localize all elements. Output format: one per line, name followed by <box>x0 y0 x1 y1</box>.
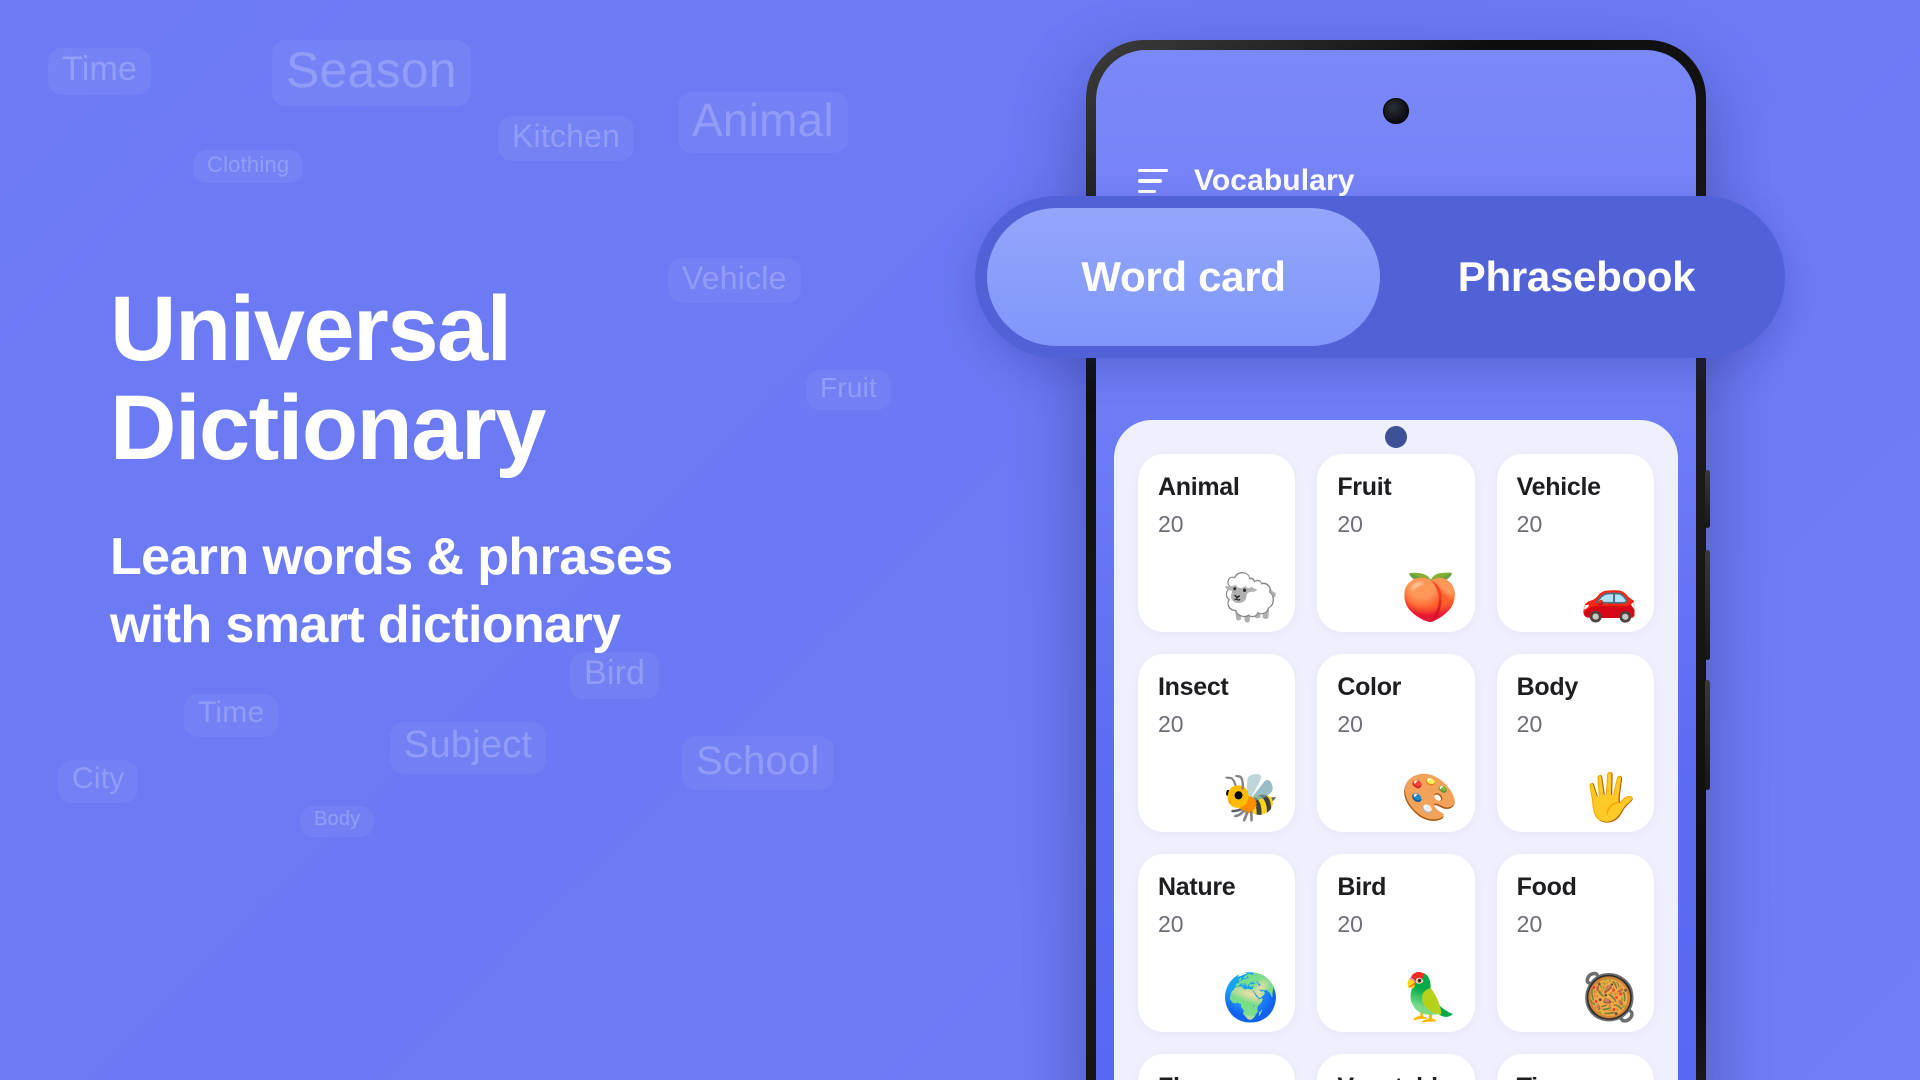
sheet-handle-dot <box>1385 426 1407 448</box>
hero-title-line-1: Universal <box>110 278 512 380</box>
category-card[interactable]: Food 20 🥘 <box>1496 854 1654 1032</box>
car-emoji: 🚗 <box>1580 571 1638 623</box>
hand-emoji: 🖐 <box>1580 771 1638 823</box>
background-word-chip: City <box>58 760 139 803</box>
category-card-count: 20 <box>1516 510 1543 537</box>
category-card-title: Time <box>1517 1073 1634 1080</box>
peach-emoji: 🍑 <box>1401 571 1459 623</box>
category-grid: Animal 20 🐑 Fruit 20 🍑 Vehicle 20 🚗 Insect 20 🐝 Colo… <box>1138 454 1654 1080</box>
category-card-title: Insect <box>1158 673 1229 701</box>
background-word-chip: Time <box>48 48 152 96</box>
category-card-count: 20 <box>1516 710 1543 737</box>
bee-emoji: 🐝 <box>1222 771 1280 823</box>
page-title: Universal Dictionary <box>110 278 1010 480</box>
category-card-title: Flower <box>1158 1073 1275 1080</box>
category-card[interactable]: Bird 20 🦜 <box>1317 854 1475 1032</box>
promo-banner: Time Season Clothing Kitchen Animal Food Color… <box>0 0 1920 1080</box>
category-card-count: 20 <box>1516 910 1543 937</box>
background-word-chip: Season <box>272 40 471 106</box>
background-word-chip: Body <box>300 806 375 837</box>
category-card[interactable]: Nature 20 🌍 <box>1138 854 1296 1032</box>
category-card-title: Bird <box>1337 873 1387 901</box>
sheep-emoji: 🐑 <box>1222 571 1280 623</box>
category-sheet: Animal 20 🐑 Fruit 20 🍑 Vehicle 20 🚗 Insect 20 🐝 Colo… <box>1114 420 1678 1080</box>
category-card[interactable]: Vegetable20🥦 <box>1317 1054 1475 1080</box>
background-word-chip: School <box>682 736 834 790</box>
category-card-count: 20 <box>1337 710 1363 737</box>
view-mode-segmented-control: Word card Phrasebook <box>975 196 1785 358</box>
category-card-title: Color <box>1337 673 1402 701</box>
background-word-chip: Time <box>184 694 279 737</box>
app-bar-title: Vocabulary <box>1194 164 1355 197</box>
palette-emoji: 🎨 <box>1401 771 1459 823</box>
hero-subtitle-line-1: Learn words & phrases <box>110 527 673 586</box>
category-card[interactable]: Flower20🌼 <box>1138 1054 1296 1080</box>
category-card[interactable]: Vehicle 20 🚗 <box>1496 454 1654 632</box>
category-card-count: 20 <box>1158 910 1184 937</box>
background-word-chip: Subject <box>390 722 547 774</box>
category-card-title: Vegetable <box>1337 1073 1454 1080</box>
category-card[interactable]: Fruit 20 🍑 <box>1317 454 1475 632</box>
category-card-title: Nature <box>1158 873 1236 901</box>
category-card-title: Vehicle <box>1516 473 1601 501</box>
background-word-chip: Animal <box>678 92 848 153</box>
tab-word-card[interactable]: Word card <box>987 208 1380 346</box>
phone-side-button-mute[interactable] <box>1705 470 1710 528</box>
hero-title-line-2: Dictionary <box>110 377 546 480</box>
category-card-title: Fruit <box>1337 473 1392 501</box>
hero-copy: Universal Dictionary Learn words & phras… <box>110 278 1010 660</box>
earth-leaf-emoji: 🌍 <box>1222 971 1280 1023</box>
category-card[interactable]: Color 20 🎨 <box>1317 654 1475 832</box>
background-word-chip: Clothing <box>193 150 304 184</box>
category-card-title: Food <box>1516 873 1577 901</box>
category-card-count: 20 <box>1158 710 1184 737</box>
paella-emoji: 🥘 <box>1580 971 1638 1023</box>
phone-side-button-volume-up[interactable] <box>1705 550 1710 660</box>
hamburger-icon[interactable] <box>1138 168 1168 194</box>
tab-phrasebook[interactable]: Phrasebook <box>1380 208 1773 346</box>
category-card-count: 20 <box>1337 910 1363 937</box>
category-card[interactable]: Time20⏰ <box>1496 1054 1654 1080</box>
category-card-count: 20 <box>1158 510 1184 537</box>
category-card[interactable]: Insect 20 🐝 <box>1138 654 1296 832</box>
category-card[interactable]: Animal 20 🐑 <box>1138 454 1296 632</box>
background-word-chip: Kitchen <box>498 116 635 161</box>
category-card-count: 20 <box>1337 510 1363 537</box>
category-card-title: Animal <box>1158 473 1240 501</box>
front-camera-icon <box>1383 98 1409 124</box>
parrot-emoji: 🦜 <box>1401 971 1459 1023</box>
hero-subtitle-line-2: with smart dictionary <box>110 596 621 655</box>
phone-side-button-volume-down[interactable] <box>1705 680 1710 790</box>
hero-subtitle: Learn words & phrases with smart diction… <box>110 523 1010 660</box>
category-card-title: Body <box>1516 673 1579 701</box>
category-card[interactable]: Body 20 🖐 <box>1496 654 1654 832</box>
